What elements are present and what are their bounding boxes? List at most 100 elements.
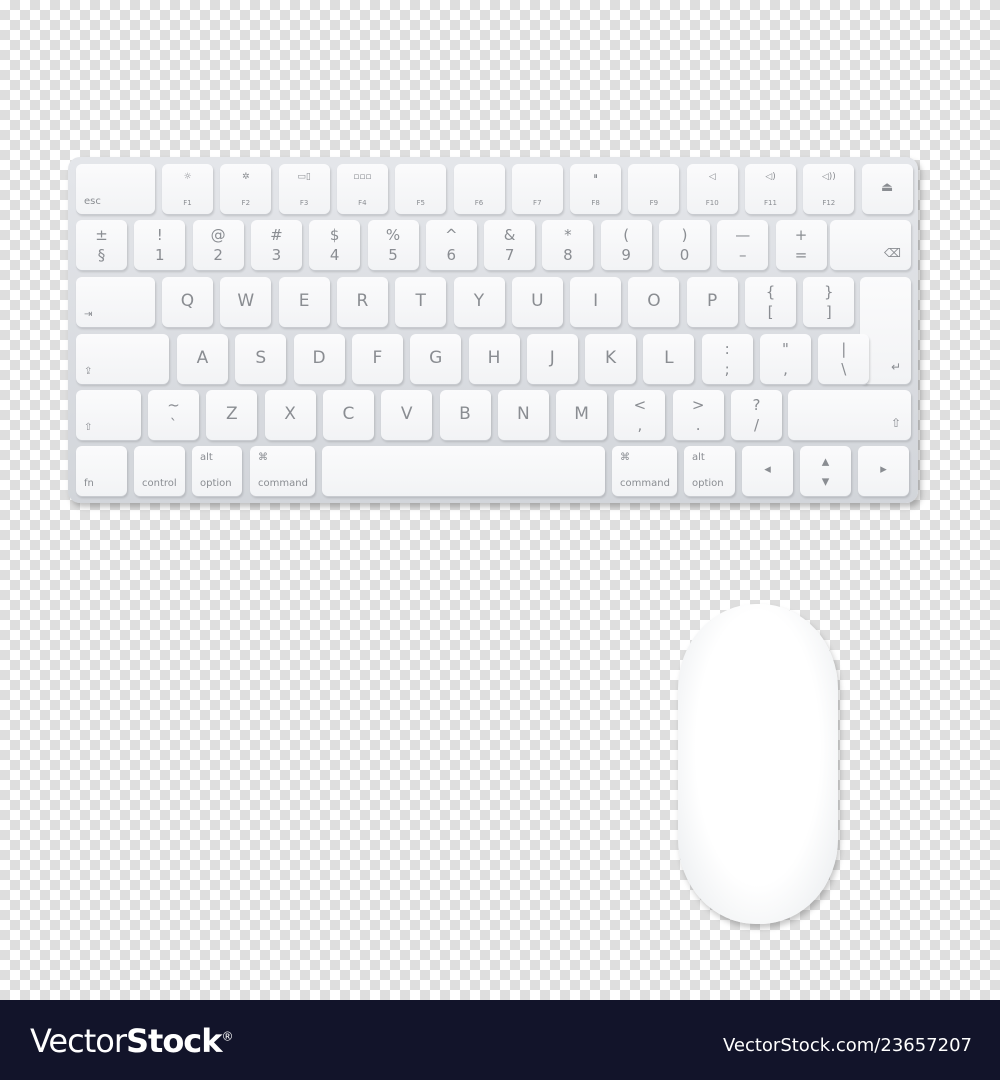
key-f2[interactable]: F2 ✲ <box>220 164 272 214</box>
key-y[interactable]: Y <box>453 277 505 327</box>
key-h[interactable]: H <box>468 334 520 384</box>
key-a[interactable]: A <box>177 334 228 384</box>
key-m[interactable]: M <box>556 390 608 440</box>
key-label: : <box>724 340 730 358</box>
key-command[interactable]: ⌘ command <box>250 446 315 496</box>
key-⇧[interactable]: ⇧ <box>788 390 911 440</box>
key-z[interactable]: Z <box>206 390 258 440</box>
key-w[interactable]: W <box>220 277 272 327</box>
key-§[interactable]: ± § <box>76 220 127 270</box>
key-label: F8 <box>591 199 600 207</box>
key-t[interactable]: T <box>395 277 447 327</box>
key-3[interactable]: #3 <box>250 220 302 270</box>
key-6[interactable]: ^ 6 <box>425 220 477 270</box>
key-option[interactable]: alt option <box>684 446 735 496</box>
key-d[interactable]: D <box>293 334 345 384</box>
key-label: command <box>620 478 670 489</box>
key-r[interactable]: R <box>336 277 388 327</box>
key-⏏[interactable]: ⏏ <box>861 164 913 214</box>
key-p[interactable]: P <box>686 277 738 327</box>
key-symbol-icon: ▸ <box>880 462 887 477</box>
key-⇥[interactable]: ⇥ <box>76 277 155 327</box>
key-symbol-icon: ✲ <box>242 172 250 182</box>
key-8[interactable]: * 8 <box>542 220 594 270</box>
key-k[interactable]: K <box>585 334 637 384</box>
key-o[interactable]: O <box>628 277 680 327</box>
key-f10[interactable]: F10 ◁ <box>686 164 738 214</box>
key-f12[interactable]: F12 ◁)) <box>803 164 855 214</box>
key-e[interactable]: E <box>278 277 330 327</box>
key-esc[interactable]: esc <box>76 164 155 214</box>
key-b[interactable]: B <box>439 390 491 440</box>
key-fn[interactable]: fn <box>76 446 127 496</box>
key-s[interactable]: S <box>235 334 287 384</box>
key-f5[interactable]: F5 <box>395 164 447 214</box>
key-=[interactable]: + = <box>775 220 827 270</box>
key-n[interactable]: N <box>497 390 549 440</box>
key-label: F1 <box>183 199 192 207</box>
key-label: F <box>372 348 383 368</box>
key-2[interactable]: @2 <box>192 220 244 270</box>
key-0[interactable]: ) 0 <box>659 220 710 270</box>
key-j[interactable]: J <box>526 334 578 384</box>
key-symbol-icon: ⏏ <box>880 180 894 195</box>
key-▾[interactable]: ▴ ▾ <box>800 446 851 496</box>
key-–[interactable]: — – <box>717 220 769 270</box>
key-label: D <box>312 348 326 368</box>
key-label: C <box>342 404 355 424</box>
key-label: ⇧ <box>84 422 93 433</box>
key-f8[interactable]: F8 ⏸ <box>570 164 622 214</box>
key-`[interactable]: ~ ` <box>148 390 199 440</box>
logo-bold: Stock <box>125 1022 223 1060</box>
key-control[interactable]: control <box>134 446 185 496</box>
key-space[interactable] <box>322 446 605 496</box>
key-4[interactable]: $4 <box>309 220 361 270</box>
key-label: esc <box>84 196 101 207</box>
key-f[interactable]: F <box>351 334 403 384</box>
key-1[interactable]: ! 1 <box>134 220 186 270</box>
key-label: Q <box>180 291 195 311</box>
key-label: ~ <box>167 396 180 414</box>
key-u[interactable]: U <box>511 277 563 327</box>
key-v[interactable]: V <box>381 390 433 440</box>
key-/[interactable]: ? / <box>731 390 782 440</box>
key-⌫[interactable]: ⌫ <box>830 220 911 270</box>
key-q[interactable]: Q <box>162 277 213 327</box>
key-f3[interactable]: F3 ▭▯ <box>278 164 330 214</box>
key-label: ▾ <box>821 472 830 490</box>
key-c[interactable]: C <box>322 390 374 440</box>
key-9[interactable]: (9 <box>600 220 652 270</box>
key-f4[interactable]: F4 ▫▫▫ <box>336 164 388 214</box>
key-f1[interactable]: F1 ☼ <box>162 164 213 214</box>
key-label: | <box>841 340 847 358</box>
key-l[interactable]: L <box>643 334 695 384</box>
key-f7[interactable]: F7 <box>511 164 563 214</box>
key-label: ) <box>681 226 688 244</box>
key-,[interactable]: <, <box>614 390 666 440</box>
key-x[interactable]: X <box>264 390 316 440</box>
key-command[interactable]: ⌘ command <box>612 446 677 496</box>
key-i[interactable]: I <box>570 277 622 327</box>
key-label: F6 <box>474 199 484 207</box>
key-[[interactable]: {[ <box>745 277 796 327</box>
key-7[interactable]: & 7 <box>484 220 536 270</box>
key-5[interactable]: % 5 <box>367 220 419 270</box>
key-symbol-icon: ▭▯ <box>297 172 311 182</box>
key-▸[interactable]: ▸ <box>858 446 909 496</box>
key-,[interactable]: ", <box>760 334 811 384</box>
key-label: B <box>459 404 471 424</box>
key-;[interactable]: :; <box>701 334 753 384</box>
key-f6[interactable]: F6 <box>453 164 505 214</box>
key-f9[interactable]: F9 <box>628 164 680 214</box>
key-label: / <box>753 416 760 434</box>
key-⇪[interactable]: ⇪ <box>76 334 169 384</box>
key-⇧[interactable]: ⇧ <box>76 390 141 440</box>
key-][interactable]: }] <box>803 277 855 327</box>
key-\[interactable]: | \ <box>818 334 870 384</box>
key-label: 7 <box>504 246 515 264</box>
key-g[interactable]: G <box>410 334 462 384</box>
key-f11[interactable]: F11 ◁) <box>745 164 796 214</box>
key-option[interactable]: alt option <box>192 446 242 496</box>
key-.[interactable]: >. <box>672 390 724 440</box>
key-◂[interactable]: ◂ <box>742 446 793 496</box>
